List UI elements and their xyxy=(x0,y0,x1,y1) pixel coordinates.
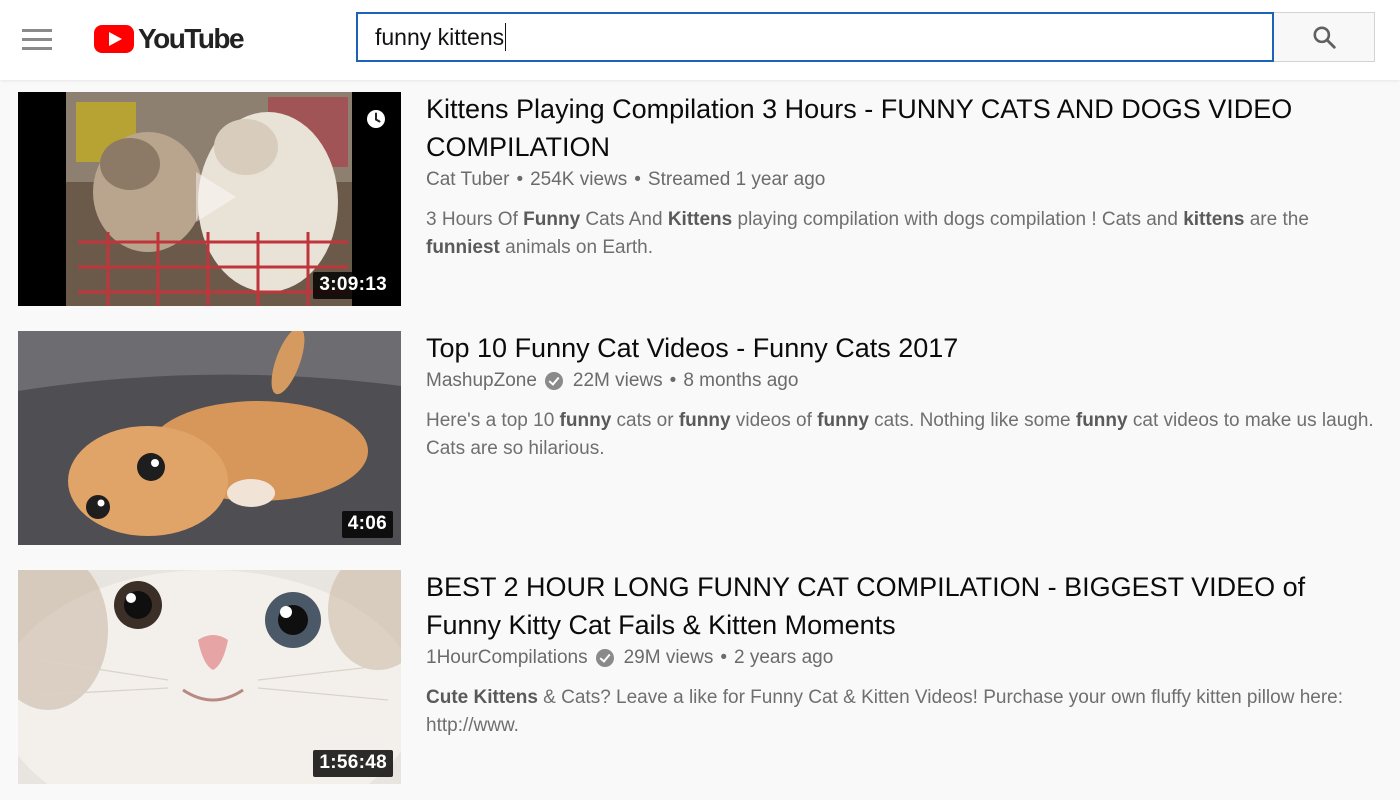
youtube-play-icon xyxy=(94,25,134,53)
video-thumbnail[interactable]: 1:56:48 xyxy=(18,570,401,784)
video-meta: BEST 2 HOUR LONG FUNNY CAT COMPILATION -… xyxy=(426,570,1386,740)
search-input[interactable]: funny kittens xyxy=(356,12,1274,62)
video-duration: 1:56:48 xyxy=(313,750,393,777)
logo-text: YouTube xyxy=(138,23,245,54)
highlighted-term: funny xyxy=(559,410,612,431)
highlighted-term: kittens xyxy=(1183,209,1245,230)
description-text: playing compilation with dogs compilatio… xyxy=(732,209,1184,230)
view-count: 254K views xyxy=(530,169,628,190)
video-result: 3:09:13 Kittens Playing Compilation 3 Ho… xyxy=(18,92,1388,306)
highlighted-term: funny xyxy=(1075,410,1128,431)
upload-age: Streamed 1 year ago xyxy=(647,169,826,190)
video-byline: Cat Tuber • 254K views • Streamed 1 year… xyxy=(426,167,1386,193)
channel-name[interactable]: 1HourCompilations xyxy=(426,645,588,671)
upload-age: 2 years ago xyxy=(733,647,834,668)
video-title[interactable]: Top 10 Funny Cat Videos - Funny Cats 201… xyxy=(426,329,1386,367)
video-thumbnail[interactable]: 3:09:13 xyxy=(18,92,401,306)
video-byline: 1HourCompilations 29M views • 2 years ag… xyxy=(426,645,1386,671)
video-duration: 3:09:13 xyxy=(313,272,393,299)
highlighted-term: Kittens xyxy=(667,209,733,230)
search-input-value: funny kittens xyxy=(375,23,505,50)
view-count: 29M views xyxy=(623,647,714,668)
video-description: 3 Hours Of Funny Cats And Kittens playin… xyxy=(426,206,1386,262)
video-result: 4:06 Top 10 Funny Cat Videos - Funny Cat… xyxy=(18,331,1388,545)
video-duration: 4:06 xyxy=(341,511,393,538)
text-caret xyxy=(505,23,507,51)
separator-dot: • xyxy=(634,169,641,190)
highlighted-term: Funny xyxy=(523,209,581,230)
video-description: Cute Kittens & Cats? Leave a like for Fu… xyxy=(426,684,1386,740)
channel-name[interactable]: Cat Tuber xyxy=(426,167,509,193)
upload-age: 8 months ago xyxy=(683,370,799,391)
highlighted-term: funny xyxy=(678,410,731,431)
description-text: cats or xyxy=(611,410,679,431)
separator-dot: • xyxy=(516,169,524,190)
video-byline: MashupZone 22M views • 8 months ago xyxy=(426,368,1386,394)
highlighted-term: Cute Kittens xyxy=(426,687,538,708)
video-meta: Kittens Playing Compilation 3 Hours - FU… xyxy=(426,92,1386,262)
separator-dot: • xyxy=(720,647,727,668)
video-title[interactable]: BEST 2 HOUR LONG FUNNY CAT COMPILATION -… xyxy=(426,568,1386,644)
description-text: cats. Nothing like some xyxy=(868,410,1076,431)
description-text: are the xyxy=(1244,209,1309,230)
view-count: 22M views xyxy=(572,370,663,391)
check-circle-icon xyxy=(544,372,563,390)
video-meta: Top 10 Funny Cat Videos - Funny Cats 201… xyxy=(426,331,1386,463)
highlighted-term: funny xyxy=(817,410,869,431)
search-button[interactable] xyxy=(1274,12,1375,62)
description-text: & Cats? Leave a like for Funny Cat & Kit… xyxy=(426,687,1344,736)
description-text: animals on Earth. xyxy=(499,237,654,258)
youtube-logo[interactable]: YouTube xyxy=(94,22,245,56)
hamburger-menu-icon[interactable] xyxy=(18,22,56,56)
video-description: Here's a top 10 funny cats or funny vide… xyxy=(426,407,1386,463)
video-thumbnail[interactable]: 4:06 xyxy=(18,331,401,545)
check-circle-icon xyxy=(595,649,614,667)
video-result: 1:56:48 BEST 2 HOUR LONG FUNNY CAT COMPI… xyxy=(18,570,1388,784)
highlighted-term: funniest xyxy=(426,237,500,258)
description-text: 3 Hours Of xyxy=(426,209,524,230)
magnifier-icon xyxy=(1313,26,1336,49)
channel-name[interactable]: MashupZone xyxy=(426,368,537,394)
separator-dot: • xyxy=(669,370,677,391)
description-text: videos of xyxy=(730,410,818,431)
description-text: Here's a top 10 xyxy=(426,410,560,431)
video-title[interactable]: Kittens Playing Compilation 3 Hours - FU… xyxy=(426,90,1386,166)
clock-icon[interactable] xyxy=(361,104,391,134)
description-text: Cats And xyxy=(580,209,668,230)
masthead: YouTube funny kittens xyxy=(0,0,1400,80)
